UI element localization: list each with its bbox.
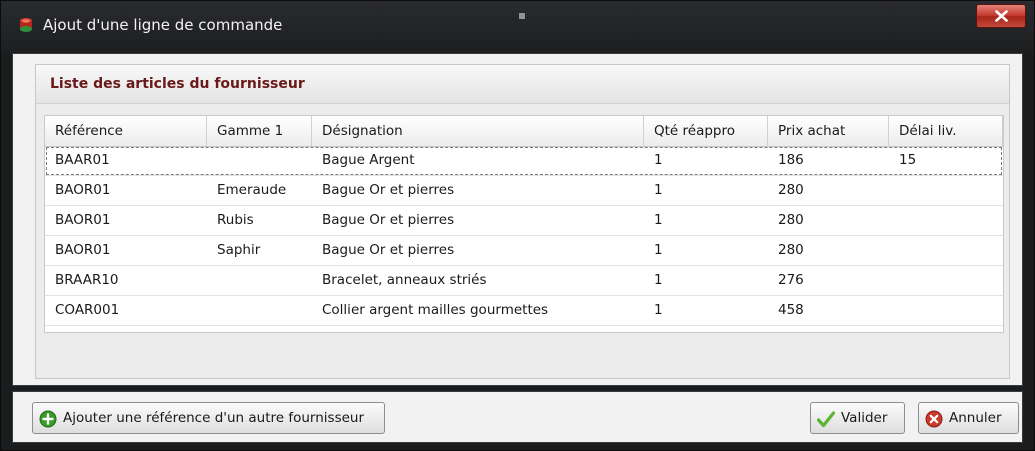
- cell-qty: 1: [654, 302, 663, 318]
- cell-qty: 1: [654, 152, 663, 168]
- table-row[interactable]: BAOR01 Emeraude Bague Or et pierres 1 28…: [45, 176, 1003, 206]
- group-title: Liste des articles du fournisseur: [50, 76, 305, 92]
- cell-designation: Collier argent mailles gourmettes: [322, 302, 549, 318]
- cell-price: 280: [778, 212, 804, 228]
- validate-button[interactable]: Valider: [810, 402, 905, 434]
- cell-price: 186: [778, 152, 804, 168]
- title-bar[interactable]: Ajout d'une ligne de commande: [1, 1, 1034, 53]
- cell-reference: BAAR01: [55, 152, 110, 168]
- add-button-label: Ajouter une référence d'un autre fournis…: [63, 410, 365, 426]
- cell-designation: Bracelet, anneaux striés: [322, 272, 487, 288]
- cell-price: 280: [778, 182, 804, 198]
- column-header-reference[interactable]: Référence: [45, 116, 207, 146]
- cell-reference: BAOR01: [55, 182, 111, 198]
- dialog-window: Ajout d'une ligne de commande Liste des …: [0, 0, 1035, 451]
- cell-delay: 15: [899, 152, 917, 168]
- cell-designation: Bague Or et pierres: [322, 242, 455, 258]
- footer-bar: Ajouter une référence d'un autre fournis…: [12, 391, 1023, 443]
- column-header-gamme[interactable]: Gamme 1: [207, 116, 312, 146]
- content-panel: Liste des articles du fournisseur Référe…: [12, 53, 1023, 386]
- cell-gamme: Emeraude: [217, 182, 287, 198]
- column-header-price[interactable]: Prix achat: [768, 116, 889, 146]
- supplier-articles-group: Liste des articles du fournisseur Référe…: [35, 64, 1010, 379]
- cell-delay: [889, 266, 1003, 296]
- cell-designation: Bague Argent: [322, 152, 415, 168]
- cell-qty: 1: [654, 242, 663, 258]
- cell-delay: [889, 206, 1003, 236]
- table-row[interactable]: BAOR01 Saphir Bague Or et pierres 1 280: [45, 236, 1003, 266]
- cell-designation: Bague Or et pierres: [322, 182, 455, 198]
- add-circle-icon: [39, 410, 57, 428]
- cell-qty: 1: [654, 272, 663, 288]
- cell-reference: BRAAR10: [55, 272, 119, 288]
- cell-gamme: [207, 146, 312, 176]
- cell-gamme: Saphir: [217, 242, 261, 258]
- table-header: Référence Gamme 1 Désignation Qté réappr…: [45, 116, 1003, 147]
- cancel-circle-icon: [925, 410, 943, 428]
- table-row[interactable]: BAAR01 Bague Argent 1 186 15: [45, 146, 1003, 176]
- column-header-qty[interactable]: Qté réappro: [644, 116, 768, 146]
- table-row[interactable]: BRAAR10 Bracelet, anneaux striés 1 276: [45, 266, 1003, 296]
- articles-table[interactable]: Référence Gamme 1 Désignation Qté réappr…: [44, 115, 1004, 333]
- cell-gamme: [207, 296, 312, 326]
- cancel-button-label: Annuler: [949, 410, 1002, 426]
- validate-button-label: Valider: [841, 410, 888, 426]
- window-title: Ajout d'une ligne de commande: [43, 16, 283, 34]
- cell-designation: Bague Or et pierres: [322, 212, 455, 228]
- table-row[interactable]: BAOR01 Rubis Bague Or et pierres 1 280: [45, 206, 1003, 236]
- cell-reference: BAOR01: [55, 242, 111, 258]
- group-header: Liste des articles du fournisseur: [36, 65, 1009, 104]
- cell-qty: 1: [654, 212, 663, 228]
- app-logo-icon: [20, 18, 32, 32]
- cell-delay: [889, 236, 1003, 266]
- close-button[interactable]: [976, 4, 1026, 28]
- grip-icon: [519, 13, 525, 19]
- checkmark-icon: [817, 411, 835, 428]
- cell-price: 276: [778, 272, 804, 288]
- table-row[interactable]: COAR001 Collier argent mailles gourmette…: [45, 296, 1003, 326]
- cell-gamme: [207, 266, 312, 296]
- column-header-designation[interactable]: Désignation: [312, 116, 644, 146]
- cell-delay: [889, 176, 1003, 206]
- cell-qty: 1: [654, 182, 663, 198]
- cell-price: 280: [778, 242, 804, 258]
- add-other-supplier-reference-button[interactable]: Ajouter une référence d'un autre fournis…: [32, 402, 385, 434]
- cell-reference: COAR001: [55, 302, 120, 318]
- cell-delay: [889, 296, 1003, 326]
- column-header-delay[interactable]: Délai liv.: [889, 116, 1003, 146]
- cancel-button[interactable]: Annuler: [918, 402, 1019, 434]
- cell-price: 458: [778, 302, 804, 318]
- close-icon: [995, 10, 1008, 22]
- cell-gamme: Rubis: [217, 212, 254, 228]
- cell-reference: BAOR01: [55, 212, 111, 228]
